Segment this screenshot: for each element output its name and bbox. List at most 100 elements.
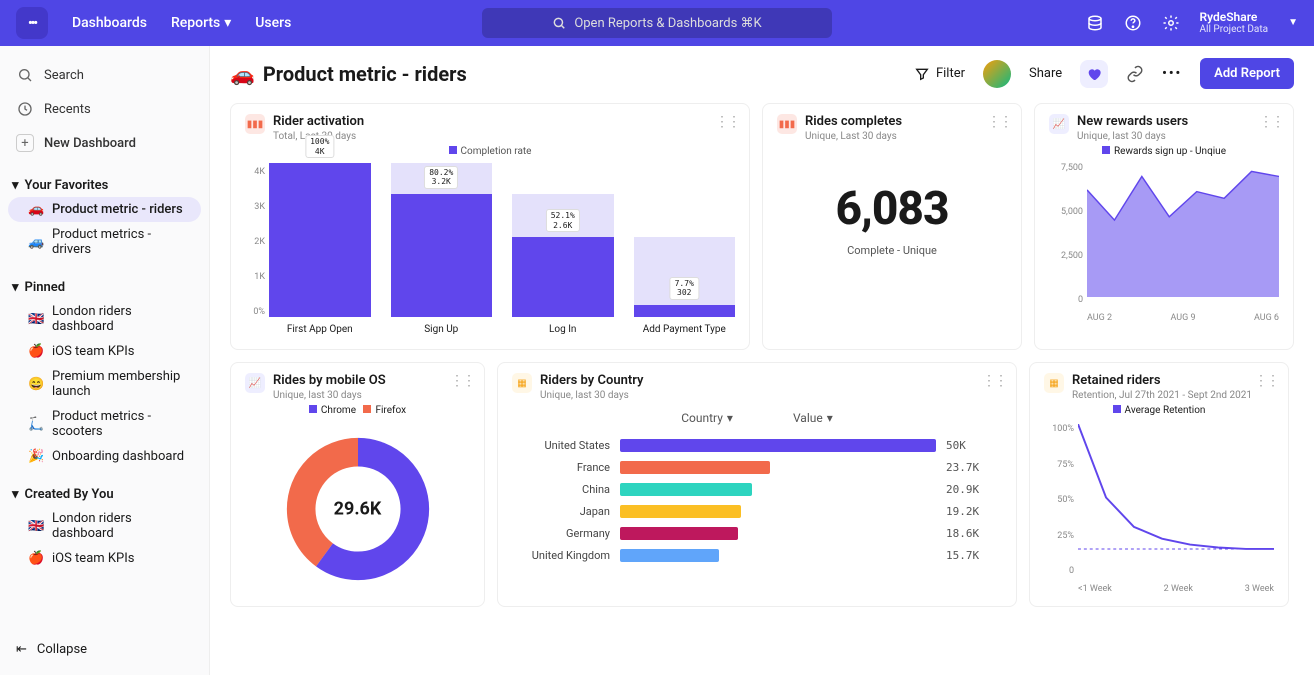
sidebar-item[interactable]: 🎉Onboarding dashboard [0,444,209,469]
nav-reports[interactable]: Reports▾ [171,15,231,31]
country-row: Japan19.2K [524,505,990,518]
grid-icon: ▦ [512,373,532,393]
sidebar-item[interactable]: 😄Premium membership launch [0,364,209,404]
plus-icon: + [16,134,34,152]
sidebar-item[interactable]: 🍎iOS team KPIs [0,546,209,571]
sidebar-item[interactable]: 🛴Product metrics - scooters [0,404,209,444]
card-title: Riders by Country [540,373,643,388]
chevron-down-icon: ▾ [12,178,19,193]
funnel-bar: 100%4K First App Open [269,163,371,317]
collapse-icon: ⇤ [16,642,27,657]
country-row: China20.9K [524,483,990,496]
card-title: Rider activation [273,114,364,129]
card-menu[interactable]: ⋮⋮ [987,114,1011,130]
sidebar-item[interactable]: 🇬🇧London riders dashboard [0,506,209,546]
gear-icon[interactable] [1162,14,1180,32]
card-menu[interactable]: ⋮⋮ [715,114,739,130]
card-rewards-users: 📈 New rewards users Unique, last 30 days… [1034,103,1294,350]
funnel-bar: 80.2%3.2K Sign Up [391,163,493,317]
card-subtitle: Unique, last 30 days [273,390,386,401]
chart-legend: Rewards sign up - Unqiue [1049,146,1279,157]
country-row: United States50K [524,439,990,452]
card-subtitle: Unique, last 30 days [1077,131,1188,142]
chevron-down-icon[interactable]: ▼ [1288,17,1298,28]
clock-icon [16,100,34,118]
sidebar-item[interactable]: 🚗Product metric - riders [8,197,201,222]
main-content: 🚗Product metric - riders Filter Share ••… [210,46,1314,675]
filter-icon [914,66,930,82]
card-menu[interactable]: ⋮⋮ [1254,373,1278,389]
bar-chart-icon: ▮▮▮ [245,114,265,134]
created-header[interactable]: ▾Created By You [0,483,209,506]
collapse-sidebar[interactable]: ⇤ Collapse [0,634,209,665]
country-row: United Kingdom15.7K [524,549,990,562]
metric-value: 6,083 [777,182,1007,236]
card-menu[interactable]: ⋮⋮ [982,373,1006,389]
grid-icon: ▦ [1044,373,1064,393]
favorites-header[interactable]: ▾Your Favorites [0,174,209,197]
chevron-down-icon: ▾ [12,280,19,295]
card-riders-by-country: ▦ Riders by Country Unique, last 30 days… [497,362,1017,607]
card-title: Rides completes [805,114,902,129]
value-dropdown[interactable]: Value▾ [793,411,833,425]
nav-users[interactable]: Users [255,15,291,31]
nav-dashboards[interactable]: Dashboards [72,15,147,31]
chart-legend: Chrome Firefox [245,405,470,416]
more-icon[interactable]: ••• [1162,66,1182,81]
emoji-icon: 🇬🇧 [28,312,44,327]
link-icon[interactable] [1126,65,1144,83]
card-menu[interactable]: ⋮⋮ [450,373,474,389]
global-search[interactable]: Open Reports & Dashboards ⌘K [482,8,832,38]
chart-legend: Average Retention [1044,405,1274,416]
emoji-icon: 😄 [28,377,44,392]
line-chart-icon: 📈 [245,373,265,393]
sidebar-item[interactable]: 🚙Product metrics - drivers [0,222,209,262]
card-rides-by-os: 📈 Rides by mobile OS Unique, last 30 day… [230,362,485,607]
avatar[interactable] [983,60,1011,88]
card-menu[interactable]: ⋮⋮ [1259,114,1283,130]
country-dropdown[interactable]: Country▾ [681,411,733,425]
account-menu[interactable]: RydeShare All Project Data [1200,10,1269,36]
new-dashboard-button[interactable]: + New Dashboard [0,126,209,160]
search-icon [552,16,566,30]
emoji-icon: 🍎 [28,551,44,566]
filter-button[interactable]: Filter [914,66,965,82]
card-title: Retained riders [1072,373,1252,388]
country-row: France23.7K [524,461,990,474]
chevron-down-icon: ▾ [827,411,833,425]
metric-label: Complete - Unique [777,244,1007,257]
search-placeholder: Open Reports & Dashboards ⌘K [574,16,761,31]
sidebar: Search Recents + New Dashboard ▾Your Fav… [0,46,210,675]
pinned-header[interactable]: ▾Pinned [0,276,209,299]
emoji-icon: 🚙 [28,235,44,250]
donut-center-value: 29.6K [334,499,382,520]
emoji-icon: 🚗 [28,202,44,217]
share-button[interactable]: Share [1029,66,1062,81]
emoji-icon: 🛴 [28,417,44,432]
funnel-bar: 52.1%2.6K Log In [512,163,614,317]
card-subtitle: Retention, Jul 27th 2021 - Sept 2nd 2021 [1072,390,1252,401]
card-subtitle: Unique, Last 30 days [805,131,902,142]
app-logo[interactable]: ••• [16,7,48,39]
chevron-down-icon: ▾ [727,411,733,425]
card-rider-activation: ▮▮▮ Rider activation Total, Last 30 days… [230,103,750,350]
emoji-icon: 🍎 [28,344,44,359]
chevron-down-icon: ▾ [224,15,231,31]
sidebar-item[interactable]: 🍎iOS team KPIs [0,339,209,364]
country-row: Germany18.6K [524,527,990,540]
card-title: Rides by mobile OS [273,373,386,388]
card-subtitle: Unique, last 30 days [540,390,643,401]
help-icon[interactable] [1124,14,1142,32]
emoji-icon: 🇬🇧 [28,519,44,534]
chevron-down-icon: ▾ [12,487,19,502]
card-retained-riders: ▦ Retained riders Retention, Jul 27th 20… [1029,362,1289,607]
card-rides-completes: ▮▮▮ Rides completes Unique, Last 30 days… [762,103,1022,350]
sidebar-recents[interactable]: Recents [0,92,209,126]
sidebar-search[interactable]: Search [0,58,209,92]
sidebar-item[interactable]: 🇬🇧London riders dashboard [0,299,209,339]
add-report-button[interactable]: Add Report [1200,58,1294,89]
favorite-button[interactable] [1080,60,1108,88]
page-title: 🚗Product metric - riders [230,62,467,86]
search-icon [16,66,34,84]
data-icon[interactable] [1086,14,1104,32]
